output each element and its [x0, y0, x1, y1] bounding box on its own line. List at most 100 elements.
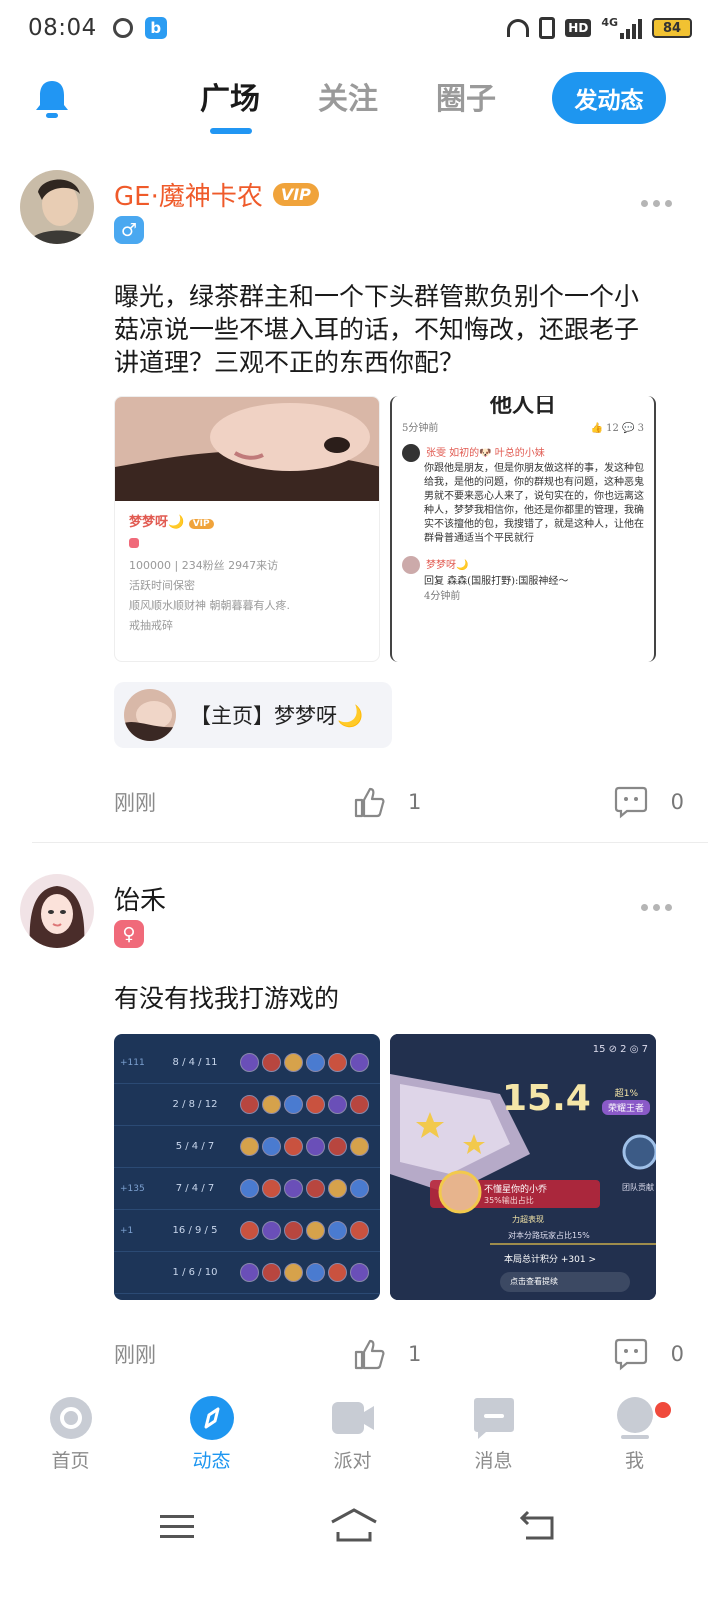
equipment-icons [240, 1137, 369, 1156]
bottom-nav: 首页 动态 派对 消息 我 [0, 1396, 720, 1480]
gender-female-icon: ♀ [114, 920, 144, 948]
like-button[interactable]: 1 [352, 785, 421, 819]
post-text: 有没有找我打游戏的 [114, 984, 340, 1013]
nav-moments[interactable]: 动态 [141, 1396, 282, 1480]
row-gold: +1 [120, 1225, 134, 1236]
vip-badge: VIP [272, 183, 319, 206]
profile-link-card[interactable]: 【主页】梦梦呀🌙 [114, 682, 392, 748]
post-image[interactable]: 梦梦呀🌙 VIP 100000 | 234粉丝 2947来访 活跃时间保密 顺风… [114, 396, 380, 662]
avatar[interactable] [20, 874, 94, 948]
comment-button[interactable]: 0 [613, 785, 684, 819]
post-time: 刚刚 [114, 791, 156, 815]
result-label: 力超表现 [512, 1215, 544, 1224]
post-image[interactable]: 15 ⊘ 2 ◎ 7 15.4 超1% 荣耀王者 不懂星你的小乔 35%输出占比… [390, 1034, 656, 1300]
battery-icon: 84 [652, 18, 692, 38]
scoreboard-row: +1 16 / 9 / 5 [114, 1210, 380, 1252]
nav-messages[interactable]: 消息 [423, 1396, 564, 1480]
gender-male-icon: ♂ [114, 216, 144, 244]
post-image[interactable]: +111 8 / 4 / 11 2 / 8 / 12 5 / 4 / 7 +135 7 /… [114, 1034, 380, 1300]
reply-text: 回复 森森(国服打野):国服神经～ [424, 576, 569, 587]
like-button[interactable]: 1 [352, 1337, 421, 1371]
like-count: 1 [408, 1342, 422, 1366]
more-options-icon[interactable] [641, 200, 672, 207]
nav-label: 首页 [51, 1450, 90, 1472]
profile-line: 戒抽戒碎 [129, 619, 173, 632]
back-icon[interactable] [520, 1510, 556, 1540]
profile-icon [616, 1397, 653, 1439]
compass-icon [189, 1396, 234, 1440]
username[interactable]: 饴禾 [114, 880, 166, 917]
avatar[interactable] [20, 170, 94, 244]
tab-square[interactable]: 广场 [200, 74, 260, 134]
result-player: 不懂星你的小乔 [484, 1185, 548, 1195]
username[interactable]: GE·魔神卡农 VIP [114, 176, 319, 213]
scoreboard-row: 1 / 6 / 10 [114, 1252, 380, 1294]
status-time: 08:04 [28, 15, 97, 41]
equipment-icons [240, 1263, 369, 1282]
profile-line: 顺风顺水顺财神 朝朝暮暮有人疼. [129, 599, 290, 612]
reply-user: 梦梦呀🌙 [426, 559, 469, 571]
face-photo [115, 397, 379, 501]
home-button-icon[interactable] [330, 1508, 378, 1542]
scoreboard-row: 2 / 8 / 12 [114, 1084, 380, 1126]
nav-me[interactable]: 我 [564, 1396, 705, 1480]
post-text: 曝光，绿茶群主和一个下头群管欺负别个一个小菇凉说一些不堪入耳的话，不知悔改，还跟… [114, 282, 640, 377]
row-kda: 5 / 4 / 7 [175, 1141, 215, 1152]
equipment-icons [240, 1095, 369, 1114]
like-count: 12 [606, 423, 619, 434]
reply-time: 4分钟前 [424, 591, 461, 602]
comment-count: 3 [637, 423, 644, 434]
profile-stats: 100000 | 234粉丝 2947来访 [129, 559, 279, 572]
comment-body: 你跟他是朋友，但是你朋友做这样的事，发这种包给我，是他的问题，你的群规也有问题，… [424, 463, 644, 544]
tab-following[interactable]: 关注 [318, 74, 378, 118]
tab-circles[interactable]: 圈子 [436, 74, 496, 118]
username-text: 饴禾 [114, 886, 167, 916]
bell-icon[interactable] [34, 78, 70, 118]
result-total: 本局总计积分 +301 > [504, 1255, 596, 1265]
video-icon [331, 1402, 374, 1434]
row-kda: 7 / 4 / 7 [175, 1183, 215, 1194]
globe-icon [112, 18, 133, 38]
post-moment-button[interactable]: 发动态 [552, 72, 666, 124]
equipment-icons [240, 1179, 369, 1198]
more-options-icon[interactable] [641, 904, 672, 911]
home-icon [49, 1397, 92, 1439]
menu-icon[interactable] [160, 1512, 194, 1542]
comment-button[interactable]: 0 [613, 1337, 684, 1371]
nav-label: 派对 [333, 1450, 372, 1472]
vibrate-icon [539, 17, 556, 39]
link-avatar [124, 689, 176, 741]
post-image[interactable]: 他人日 5分钟前 👍 12 💬 3 张雯 如初的🐶 叶总的小妹 你跟他是朋友，但… [390, 396, 656, 662]
row-gold: +135 [120, 1183, 145, 1194]
hd-icon: HD [565, 19, 592, 37]
top-header: 广场 关注 圈子 发动态 [0, 66, 720, 136]
comment-time: 5分钟前 [402, 423, 439, 434]
profile-name: 梦梦呀🌙 [129, 515, 185, 530]
scoreboard-row: +135 7 / 4 / 7 [114, 1168, 380, 1210]
feed-post: GE·魔神卡农 VIP ♂ 曝光，绿茶群主和一个下头群管欺负别个一个小菇凉说一些… [0, 170, 720, 850]
nav-party[interactable]: 派对 [282, 1396, 423, 1480]
result-header-stats: 15 ⊘ 2 ◎ 7 [592, 1044, 648, 1055]
profile-line: 活跃时间保密 [129, 579, 195, 592]
app-notification-icon: b [144, 17, 167, 39]
feed-tabs: 广场 关注 圈子 [200, 74, 496, 134]
comment-count: 0 [670, 1342, 684, 1366]
equipment-icons [240, 1221, 369, 1240]
result-cta: 点击查看提续 [510, 1277, 558, 1286]
equipment-icons [240, 1053, 369, 1072]
thumbs-up-icon [354, 787, 385, 818]
post-images: 梦梦呀🌙 VIP 100000 | 234粉丝 2947来访 活跃时间保密 顺风… [114, 396, 656, 662]
notification-dot [655, 1402, 671, 1418]
username-text: GE·魔神卡农 [114, 182, 263, 212]
message-icon [473, 1398, 514, 1439]
nav-label: 我 [624, 1450, 644, 1472]
row-gold: +111 [120, 1057, 145, 1068]
commenter-name: 张雯 如初的🐶 叶总的小妹 [426, 447, 545, 459]
comment-icon [614, 786, 647, 819]
nav-label: 消息 [474, 1450, 513, 1472]
result-stat-line: 对本分路玩家占比15% [508, 1231, 590, 1240]
post-images: +111 8 / 4 / 11 2 / 8 / 12 5 / 4 / 7 +135 7 /… [114, 1034, 656, 1300]
nav-home[interactable]: 首页 [0, 1396, 141, 1480]
result-output: 35%输出占比 [484, 1196, 534, 1205]
post-time: 刚刚 [114, 1343, 156, 1367]
